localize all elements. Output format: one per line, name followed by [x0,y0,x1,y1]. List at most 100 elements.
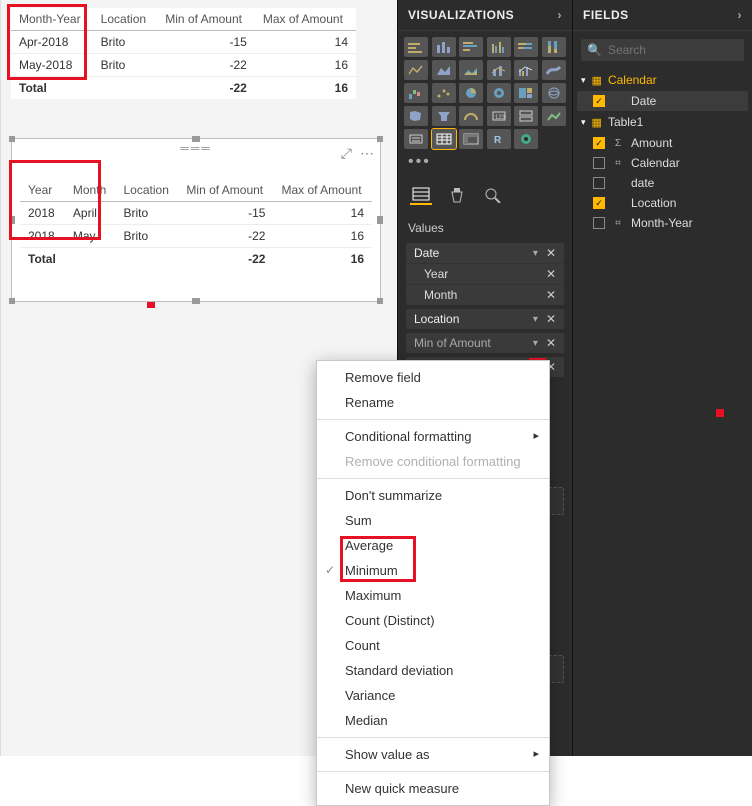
resize-handle[interactable] [9,298,15,304]
focus-mode-icon[interactable]: ⤢ [341,145,352,162]
well-item-date-month[interactable]: Month ✕ [406,285,564,305]
table-row[interactable]: 2018 May Brito -22 16 [20,225,372,248]
checkbox[interactable]: ✓ [593,137,605,149]
field-location[interactable]: ✓ Location [573,193,752,213]
resize-handle[interactable] [9,136,15,142]
expand-icon[interactable]: ▾ [581,75,586,86]
viz-line-clustered-column-icon[interactable] [514,60,538,80]
field-date2[interactable]: date [573,173,752,193]
menu-count-distinct[interactable]: Count (Distinct) [317,608,549,633]
remove-field-icon[interactable]: ✕ [542,288,560,302]
viz-table-icon[interactable] [432,129,456,149]
menu-maximum[interactable]: Maximum [317,583,549,608]
viz-stacked-area-icon[interactable] [459,60,483,80]
viz-clustered-column-icon[interactable] [487,37,511,57]
th-location[interactable]: Location [93,8,158,31]
viz-map-icon[interactable] [542,83,566,103]
values-well[interactable]: Min of Amount ▾ ✕ [406,333,564,353]
viz-matrix-icon[interactable] [459,129,483,149]
remove-field-icon[interactable]: ✕ [542,336,560,350]
well-item-location[interactable]: Location ▾ ✕ [406,309,564,329]
viz-line-stacked-column-icon[interactable] [487,60,511,80]
viz-funnel-icon[interactable] [432,106,456,126]
viz-scatter-icon[interactable] [432,83,456,103]
viz-gauge-icon[interactable] [459,106,483,126]
menu-dont-summarize[interactable]: Don't summarize [317,483,549,508]
menu-variance[interactable]: Variance [317,683,549,708]
viz-donut-icon[interactable] [487,83,511,103]
checkbox[interactable] [593,217,605,229]
chevron-right-icon[interactable]: › [738,8,743,22]
field-date[interactable]: ✓ Date [577,91,748,111]
checkbox[interactable]: ✓ [593,197,605,209]
th-min[interactable]: Min of Amount [178,179,273,202]
table-row[interactable]: Apr-2018 Brito -15 14 [11,31,356,54]
viz-slicer-icon[interactable] [404,129,428,149]
checkbox[interactable] [593,157,605,169]
viz-treemap-icon[interactable] [514,83,538,103]
viz-ribbon-icon[interactable] [542,60,566,80]
field-amount[interactable]: ✓ Σ Amount [573,133,752,153]
chevron-down-icon[interactable]: ▾ [533,248,538,259]
chevron-down-icon[interactable]: ▾ [533,338,538,349]
viz-card-icon[interactable]: 123 [487,106,511,126]
viz-line-icon[interactable] [404,60,428,80]
th-month-year[interactable]: Month-Year [11,8,93,31]
menu-count[interactable]: Count [317,633,549,658]
menu-new-quick-measure[interactable]: New quick measure [317,776,549,801]
viz-multi-row-card-icon[interactable] [514,106,538,126]
fields-header[interactable]: FIELDS › [573,0,752,31]
resize-handle[interactable] [9,216,15,224]
th-location[interactable]: Location [116,179,179,202]
values-well[interactable]: Date ▾ ✕ Year ✕ Month ✕ [406,243,564,305]
viz-100-stacked-bar-icon[interactable] [514,37,538,57]
viz-arcgis-icon[interactable] [514,129,538,149]
viz-area-icon[interactable] [432,60,456,80]
th-max[interactable]: Max of Amount [273,179,372,202]
table-node-table1[interactable]: ▾ ▦ Table1 [573,111,752,133]
resize-handle[interactable] [192,136,200,142]
fields-tab[interactable] [410,185,432,205]
remove-field-icon[interactable]: ✕ [542,246,560,260]
resize-handle[interactable] [192,298,200,304]
table-visual-2-container[interactable]: ═══ ⤢ ⋯ Year Month Location Min of Amoun… [11,138,381,302]
viz-stacked-column-icon[interactable] [432,37,456,57]
values-well[interactable]: Location ▾ ✕ [406,309,564,329]
table-node-calendar[interactable]: ▾ ▦ Calendar [573,69,752,91]
well-item-min-amount[interactable]: Min of Amount ▾ ✕ [406,333,564,353]
remove-field-icon[interactable]: ✕ [542,312,560,326]
menu-remove-field[interactable]: Remove field [317,365,549,390]
menu-show-value-as[interactable]: Show value as ▸ [317,742,549,767]
viz-clustered-bar-icon[interactable] [459,37,483,57]
chevron-down-icon[interactable]: ▾ [533,314,538,325]
th-max[interactable]: Max of Amount [255,8,356,31]
more-options-icon[interactable]: ⋯ [360,145,374,162]
menu-average[interactable]: Average [317,533,549,558]
table-visual-1[interactable]: Month-Year Location Min of Amount Max of… [11,8,356,99]
table-row[interactable]: 2018 April Brito -15 14 [20,202,372,225]
field-month-year[interactable]: ⌗ Month-Year [573,213,752,233]
viz-stacked-bar-icon[interactable] [404,37,428,57]
well-item-date-year[interactable]: Year ✕ [406,264,564,285]
expand-icon[interactable]: ▾ [581,117,586,128]
viz-r-script-icon[interactable]: R [487,129,511,149]
resize-handle[interactable] [377,216,383,224]
import-custom-visual-icon[interactable]: ••• [398,149,572,175]
menu-minimum[interactable]: ✓ Minimum [317,558,549,583]
menu-conditional-formatting[interactable]: Conditional formatting ▸ [317,424,549,449]
viz-filled-map-icon[interactable] [404,106,428,126]
analytics-tab[interactable] [482,185,504,205]
well-item-date[interactable]: Date ▾ ✕ [406,243,564,264]
format-tab[interactable] [446,185,468,205]
resize-handle[interactable] [377,298,383,304]
th-year[interactable]: Year [20,179,65,202]
visualizations-header[interactable]: VISUALIZATIONS › [398,0,572,31]
viz-waterfall-icon[interactable] [404,83,428,103]
menu-sum[interactable]: Sum [317,508,549,533]
search-input[interactable] [608,43,752,57]
remove-field-icon[interactable]: ✕ [542,267,560,281]
checkbox[interactable]: ✓ [593,95,605,107]
viz-100-stacked-column-icon[interactable] [542,37,566,57]
menu-standard-deviation[interactable]: Standard deviation [317,658,549,683]
resize-handle[interactable] [377,136,383,142]
